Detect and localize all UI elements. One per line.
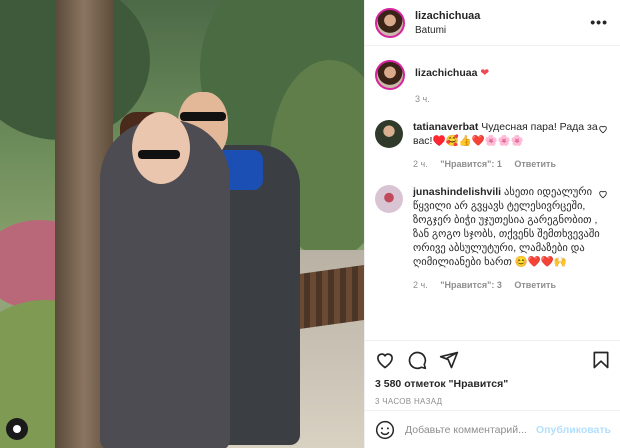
comment-icon[interactable] [407, 350, 427, 370]
save-icon[interactable] [591, 350, 611, 370]
comment-time[interactable]: 2 ч. [413, 159, 428, 169]
like-comment-icon[interactable] [598, 189, 608, 202]
add-comment-bar: Добавьте комментарий... Опубликовать [365, 410, 620, 448]
profile-icon[interactable] [6, 418, 28, 440]
post-time[interactable]: 3 ЧАСОВ НАЗАД [375, 397, 611, 406]
header-location[interactable]: Batumi [415, 25, 480, 36]
like-icon[interactable] [375, 350, 395, 370]
comment-text: ასეთი იდეალური წყვილი არ გვყავს ტელესივრ… [413, 186, 600, 268]
comment-username[interactable]: junashindelishvili [413, 186, 501, 198]
bench [292, 264, 364, 331]
woman-head [132, 112, 190, 184]
likes-count[interactable]: 3 580 отметок "Нравится" [375, 378, 611, 390]
comment-row: junashindelishvili ასეთი იდეალური წყვილი… [375, 171, 610, 292]
comments-list: lizachichuaa ❤ 3 ч. tatianaverbat Чудесн… [365, 46, 620, 332]
avatar[interactable] [375, 60, 405, 90]
comment-time[interactable]: 2 ч. [413, 280, 428, 290]
avatar[interactable] [375, 7, 405, 38]
more-options-icon[interactable]: ••• [590, 14, 608, 30]
comment-likes[interactable]: "Нравится": 1 [440, 159, 502, 169]
post-photo[interactable] [0, 0, 364, 448]
publish-button[interactable]: Опубликовать [536, 424, 611, 436]
sunglasses [180, 112, 226, 121]
sunglasses [138, 150, 180, 159]
header-username[interactable]: lizachichuaa [415, 10, 480, 22]
comment-input[interactable]: Добавьте комментарий... [405, 424, 536, 436]
like-comment-icon[interactable] [598, 124, 608, 137]
emoji-icon[interactable] [375, 420, 395, 440]
comment-row: tatianaverbat Чудесная пара! Рада за вас… [375, 106, 610, 171]
caption-username[interactable]: lizachichuaa [415, 67, 477, 79]
post-sidebar: lizachichuaa Batumi ••• lizachichuaa ❤ 3… [364, 0, 620, 448]
caption-row: lizachichuaa ❤ 3 ч. [375, 46, 610, 106]
reply-button[interactable]: Ответить [514, 280, 556, 290]
avatar[interactable] [375, 120, 403, 148]
post-header: lizachichuaa Batumi ••• [365, 0, 620, 46]
comment-username[interactable]: tatianaverbat [413, 121, 478, 133]
comment-likes[interactable]: "Нравится": 3 [440, 280, 502, 290]
share-icon[interactable] [439, 350, 459, 370]
heart-emoji: ❤ [480, 67, 490, 79]
reply-button[interactable]: Ответить [514, 159, 556, 169]
avatar[interactable] [375, 185, 403, 213]
post-actions: 3 580 отметок "Нравится" 3 ЧАСОВ НАЗАД [365, 340, 620, 406]
caption-time[interactable]: 3 ч. [415, 94, 430, 104]
